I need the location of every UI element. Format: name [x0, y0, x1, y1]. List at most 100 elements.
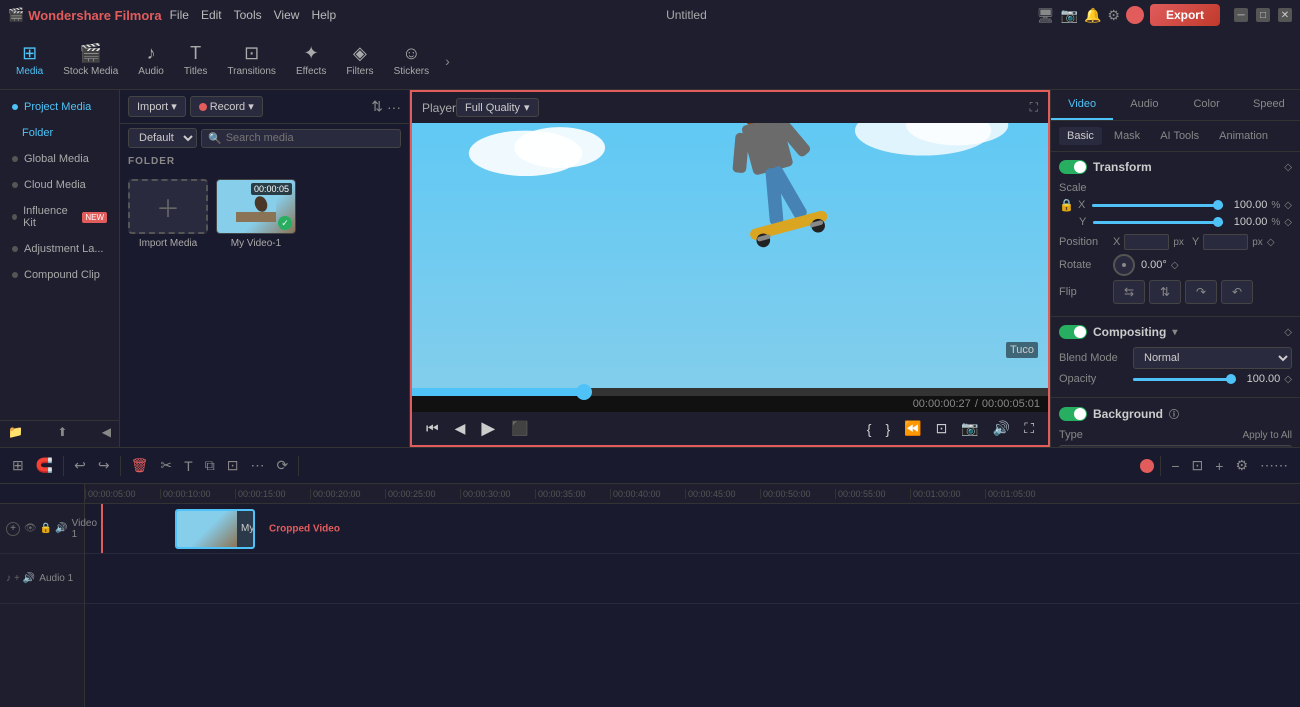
subtab-ai-tools[interactable]: AI Tools: [1152, 127, 1207, 145]
sort-icon[interactable]: ⇅: [371, 98, 383, 115]
toolbar-stickers[interactable]: ☺ Stickers: [386, 39, 438, 81]
subtab-basic[interactable]: Basic: [1059, 127, 1102, 145]
timeline-more-btn[interactable]: ⋯: [246, 455, 268, 476]
mark-out-button[interactable]: }: [881, 419, 894, 439]
flip-rotate-cw-button[interactable]: ↷: [1185, 280, 1217, 304]
timeline-settings-btn[interactable]: ⚙: [1231, 455, 1252, 476]
fullscreen-icon[interactable]: ⛶: [1030, 100, 1038, 115]
sidebar-item-global-media[interactable]: Global Media: [4, 147, 115, 171]
tab-color[interactable]: Color: [1176, 90, 1238, 120]
collapse-panel-icon[interactable]: ◀: [102, 425, 111, 439]
scale-y-keyframe[interactable]: ◇: [1284, 217, 1292, 228]
audio1-speaker2-icon[interactable]: 🔊: [23, 573, 35, 584]
menu-tools[interactable]: Tools: [234, 8, 262, 22]
record-button[interactable]: Record ▾: [190, 96, 263, 117]
toolbar-titles[interactable]: T Titles: [176, 39, 216, 81]
tab-audio[interactable]: Audio: [1113, 90, 1175, 120]
lock-icon[interactable]: 🔒: [1059, 198, 1074, 212]
sidebar-item-folder[interactable]: Folder: [4, 121, 115, 145]
subtab-mask[interactable]: Mask: [1106, 127, 1148, 145]
maximize-button[interactable]: □: [1256, 8, 1270, 22]
import-button[interactable]: Import ▾: [128, 96, 186, 117]
toolbar-media[interactable]: ⊞ Media: [8, 39, 51, 81]
menu-help[interactable]: Help: [311, 8, 336, 22]
close-button[interactable]: ✕: [1278, 8, 1292, 22]
position-keyframe[interactable]: ◇: [1267, 237, 1275, 248]
scale-x-keyframe[interactable]: ◇: [1284, 200, 1292, 211]
prev-clip-button[interactable]: ⏪: [900, 418, 925, 439]
tab-speed[interactable]: Speed: [1238, 90, 1300, 120]
position-y-input[interactable]: 0.00: [1203, 234, 1248, 250]
more-options-icon[interactable]: ···: [387, 99, 401, 115]
volume-button[interactable]: 🔊: [989, 418, 1014, 439]
timeline-redo-btn[interactable]: ↪: [94, 455, 114, 476]
opacity-slider[interactable]: [1133, 378, 1236, 381]
opacity-keyframe[interactable]: ◇: [1284, 374, 1292, 385]
stop-button[interactable]: ⬛: [507, 418, 532, 439]
fullscreen-button[interactable]: ⛶: [1020, 418, 1038, 439]
toolbar-stock-media[interactable]: 🎬 Stock Media: [55, 39, 126, 81]
play-button[interactable]: ▶: [477, 416, 499, 441]
sidebar-item-cloud-media[interactable]: Cloud Media: [4, 173, 115, 197]
timeline-text-btn[interactable]: T: [180, 456, 197, 476]
subtab-animation[interactable]: Animation: [1211, 127, 1276, 145]
video1-media-item[interactable]: 00:00:05 ✓ My Video-1: [216, 179, 296, 439]
scale-y-slider[interactable]: [1093, 221, 1223, 224]
timeline-loop-btn[interactable]: ⟳: [272, 455, 292, 476]
export-button[interactable]: Export: [1150, 4, 1220, 26]
add-folder-icon[interactable]: 📁: [8, 425, 23, 439]
preview-progress-bar[interactable]: [412, 388, 1048, 396]
mark-in-button[interactable]: {: [863, 419, 876, 439]
compositing-keyframe[interactable]: ◇: [1284, 327, 1292, 338]
toolbar-filters[interactable]: ◈ Filters: [338, 39, 381, 81]
playhead[interactable]: [101, 504, 103, 553]
menu-file[interactable]: File: [170, 8, 189, 22]
timeline-delete-btn[interactable]: 🗑: [127, 455, 153, 476]
timeline-grid-btn[interactable]: ⋯⋯: [1256, 455, 1292, 476]
rotate-keyframe[interactable]: ◇: [1171, 260, 1179, 271]
toolbar-audio[interactable]: ♪ Audio: [130, 39, 172, 81]
sidebar-item-influence-kit[interactable]: Influence Kit NEW: [4, 199, 115, 235]
import-media-item[interactable]: ＋ Import Media: [128, 179, 208, 439]
timeline-magnet-btn[interactable]: 🧲: [32, 455, 57, 476]
frame-back-button[interactable]: ◀: [451, 418, 470, 439]
transform-keyframe-icon[interactable]: ◇: [1284, 162, 1292, 173]
audio1-add-icon[interactable]: +: [14, 573, 20, 584]
quality-selector[interactable]: Full Quality ▾: [456, 98, 539, 117]
blend-mode-select[interactable]: Normal: [1133, 347, 1292, 369]
settings-icon[interactable]: ⚙: [1107, 7, 1120, 24]
toolbar-transitions[interactable]: ⊡ Transitions: [219, 39, 284, 81]
video1-lock2-icon[interactable]: 🔒: [40, 523, 52, 534]
position-x-input[interactable]: 0.00: [1124, 234, 1169, 250]
menu-edit[interactable]: Edit: [201, 8, 222, 22]
sidebar-item-compound-clip[interactable]: Compound Clip: [4, 263, 115, 287]
minimize-button[interactable]: ─: [1234, 8, 1248, 22]
flip-vertical-button[interactable]: ⇅: [1149, 280, 1181, 304]
background-info-icon[interactable]: ⓘ: [1169, 406, 1179, 421]
toolbar-effects[interactable]: ✦ Effects: [288, 39, 334, 81]
sidebar-item-project-media[interactable]: Project Media: [4, 95, 115, 119]
scale-x-slider[interactable]: [1092, 204, 1223, 207]
timeline-crop-btn[interactable]: ⊡: [223, 455, 243, 476]
video1-eye-icon[interactable]: 👁: [24, 523, 37, 534]
default-select[interactable]: Default: [128, 128, 197, 148]
toolbar-expand-arrow[interactable]: ›: [445, 51, 450, 69]
import-icon[interactable]: ⬆: [57, 425, 67, 439]
timeline-snap-btn[interactable]: ⊞: [8, 455, 28, 476]
timeline-fit-btn[interactable]: ⊡: [1188, 455, 1208, 476]
tab-video[interactable]: Video: [1051, 90, 1113, 120]
timeline-record-button[interactable]: [1140, 459, 1154, 473]
menu-view[interactable]: View: [274, 8, 300, 22]
compositing-expand-icon[interactable]: ▾: [1172, 327, 1177, 338]
sidebar-item-adjustment-layer[interactable]: Adjustment La...: [4, 237, 115, 261]
timeline-zoom-out-btn[interactable]: −: [1167, 456, 1183, 476]
video1-clip[interactable]: My Video-1: [175, 509, 255, 549]
apply-to-all-label[interactable]: Apply to All: [1103, 430, 1292, 441]
rotate-circle[interactable]: [1113, 254, 1135, 276]
screenshot-button[interactable]: 📷: [957, 418, 982, 439]
compositing-toggle[interactable]: [1059, 325, 1087, 339]
flip-rotate-ccw-button[interactable]: ↶: [1221, 280, 1253, 304]
transform-toggle[interactable]: [1059, 160, 1087, 174]
video1-add-btn[interactable]: +: [6, 522, 20, 536]
timeline-copy-btn[interactable]: ⧉: [201, 455, 219, 476]
